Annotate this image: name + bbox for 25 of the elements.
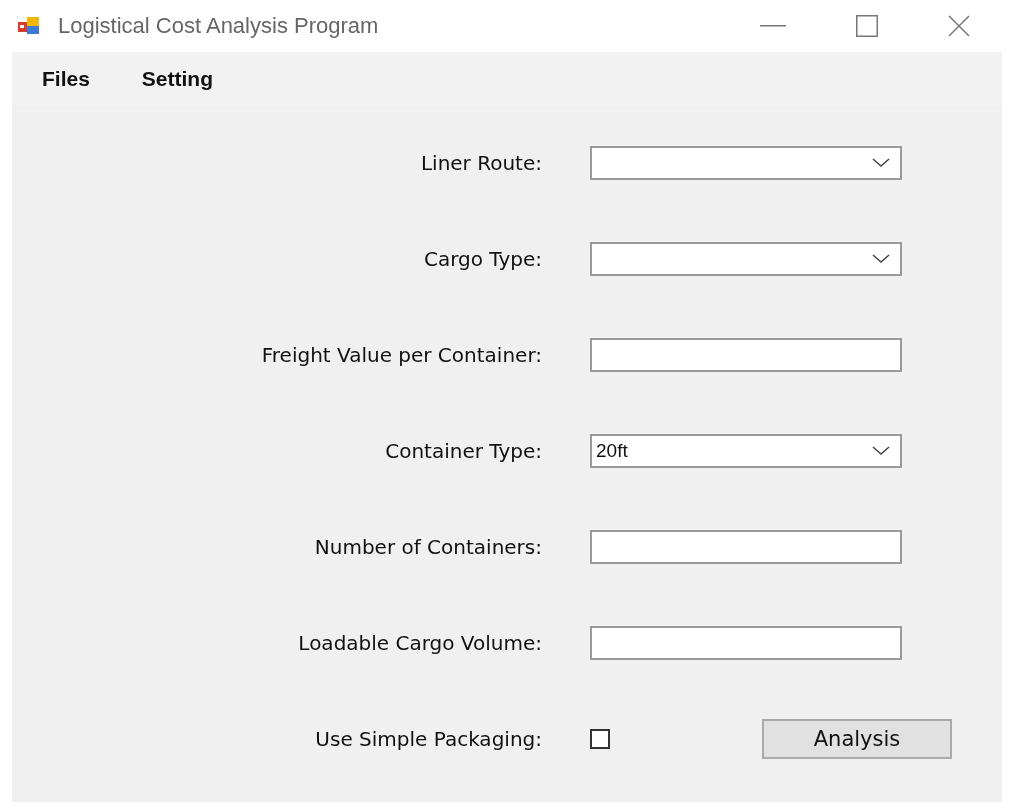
close-icon[interactable] (948, 15, 970, 37)
window-title: Logistical Cost Analysis Program (58, 13, 379, 39)
field-label: Number of Containers: (314, 535, 542, 559)
chevron-icon (872, 446, 890, 456)
maximize-icon[interactable] (856, 15, 878, 37)
minimize-icon[interactable] (760, 25, 786, 27)
input-field[interactable] (590, 338, 902, 372)
dropdown-field[interactable] (590, 242, 902, 276)
field-label: Use Simple Packaging: (315, 727, 542, 751)
analysis-button[interactable]: Analysis (762, 719, 952, 759)
menu-item[interactable]: Files (42, 67, 90, 91)
field-label: Cargo Type: (423, 247, 542, 271)
app-icon (18, 16, 40, 36)
field-label: Liner Route: (420, 151, 542, 175)
dropdown-field[interactable]: 20ft (590, 434, 902, 468)
chevron-icon (872, 158, 890, 168)
field-label: Loadable Cargo Volume: (298, 631, 542, 655)
dropdown-field[interactable] (590, 146, 902, 180)
field-label: Freight Value per Container: (261, 343, 542, 367)
chevron-icon (872, 254, 890, 264)
input-field[interactable] (590, 626, 902, 660)
menu-item[interactable]: Setting (141, 67, 214, 91)
field-label: Container Type: (385, 439, 542, 463)
input-field[interactable] (590, 530, 902, 564)
checkbox[interactable] (590, 729, 610, 749)
